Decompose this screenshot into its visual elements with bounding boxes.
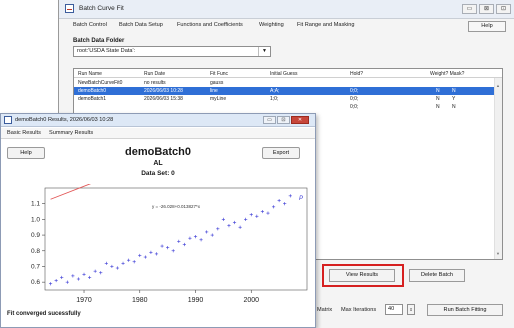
cell-initial-guess: A;A; (270, 88, 280, 94)
results-window: demoBatch0 Results, 2026/06/03 10:28 ▭ ⊡… (0, 113, 316, 328)
batch-data-folder-label: Batch Data Folder (73, 38, 125, 44)
main-tab-bar: Batch Control Batch Data Setup Functions… (59, 20, 514, 33)
cell-run-date: 2026/06/03 10:28 (144, 88, 183, 94)
cell-fit-func: myLine (210, 96, 227, 102)
tab-fit-range-and-masking[interactable]: Fit Range and Masking (297, 22, 355, 28)
batch-data-folder-select[interactable]: root:'USDA State Data': ▼ (73, 46, 271, 57)
main-window-title: Batch Curve Fit (79, 5, 124, 12)
cell-hold: 0;0; (350, 96, 359, 102)
results-tab-bar: Basic Results Summary Results (1, 128, 315, 139)
y-tick-label: 0.9 (31, 232, 40, 239)
cell-mask: Y (452, 96, 456, 102)
cell-fit-func: line (210, 88, 218, 94)
tab-weighting[interactable]: Weighting (259, 22, 284, 28)
tab-batch-data-setup[interactable]: Batch Data Setup (119, 22, 163, 28)
chevron-down-icon[interactable]: ▼ (258, 47, 270, 56)
results-window-icon (4, 116, 12, 124)
main-title-bar[interactable]: Batch Curve Fit ▭ ⊠ ⊡ (59, 0, 514, 19)
legend-marker: P (299, 196, 303, 202)
column-header-run-name[interactable]: Run Name (78, 71, 102, 77)
table-row[interactable]: demoBatch1 2026/06/03 15:38 myLine 1;0; … (74, 95, 494, 103)
y-tick-label: 0.8 (31, 248, 40, 255)
cell-weight: N (436, 88, 440, 94)
minimize-icon[interactable]: ▭ (263, 116, 276, 124)
max-iterations-input[interactable]: 40 (385, 304, 403, 315)
results-window-controls: ▭ ⊡ ✕ (263, 116, 309, 124)
cell-mask: N (452, 88, 456, 94)
fit-status-text: Fit converged sucessfully (7, 311, 81, 317)
tab-batch-control[interactable]: Batch Control (73, 22, 107, 28)
scroll-down-icon[interactable]: ▼ (496, 251, 500, 256)
y-tick-label: 1.0 (31, 216, 40, 223)
cell-run-name: demoBatch0 (78, 88, 107, 94)
y-axis: 0.6 0.7 0.8 0.9 1.0 1.1 (31, 201, 45, 286)
x-tick-label: 1990 (188, 297, 204, 304)
run-batch-fitting-button[interactable]: Run Batch Fitting (427, 304, 503, 316)
data-set-label: Data Set: 0 (141, 170, 175, 177)
app-icon (65, 4, 74, 13)
cell-initial-guess: 1;0; (270, 96, 279, 102)
tab-summary-results[interactable]: Summary Results (49, 130, 93, 136)
restore-icon[interactable]: ⊠ (479, 4, 494, 14)
view-results-button[interactable]: View Results (329, 269, 395, 282)
results-title-bar[interactable]: demoBatch0 Results, 2026/06/03 10:28 ▭ ⊡… (1, 114, 315, 127)
cell-run-name: demoBatch1 (78, 96, 107, 102)
cell-hold: 0;0; (350, 104, 359, 110)
x-axis: 1970 1980 1990 2000 (76, 290, 259, 304)
tab-functions-and-coefficients[interactable]: Functions and Coefficients (177, 22, 243, 28)
table-header: Run Name Run Date Fit Func Initial Guess… (74, 69, 502, 78)
tab-basic-results[interactable]: Basic Results (7, 130, 41, 136)
help-button[interactable]: Help (468, 21, 506, 32)
cell-run-name: NewBatchCurveFit0 (78, 80, 123, 86)
maximize-icon[interactable]: ⊡ (496, 4, 511, 14)
x-tick-label: 1970 (76, 297, 92, 304)
close-icon[interactable]: ✕ (291, 116, 309, 124)
y-tick-label: 0.6 (31, 279, 40, 286)
y-tick-label: 1.1 (31, 201, 40, 208)
max-iterations-stepper[interactable]: ⇕ (407, 304, 415, 315)
x-tick-label: 1980 (132, 297, 148, 304)
main-window-controls: ▭ ⊠ ⊡ (462, 4, 511, 14)
cell-weight: N (436, 104, 440, 110)
delete-batch-button[interactable]: Delete Batch (409, 269, 465, 282)
fit-equation-annotation: y = -26.028+0.013827*x (152, 204, 201, 209)
max-iterations-label: Max Iterations (341, 307, 377, 313)
y-tick-label: 0.7 (31, 263, 40, 270)
column-header-initial-guess[interactable]: Initial Guess (270, 71, 298, 77)
column-header-run-date[interactable]: Run Date (144, 71, 165, 77)
results-help-button[interactable]: Help (7, 147, 45, 159)
state-label: AL (153, 160, 163, 167)
column-header-fit-func[interactable]: Fit Func (210, 71, 228, 77)
fit-scatter-plot: 0.6 0.7 0.8 0.9 1.0 1.1 1970 1980 1990 2000 y = … (31, 184, 308, 304)
table-scrollbar[interactable]: ▲ ▼ (494, 78, 502, 259)
cell-fit-func: gauss (210, 80, 224, 86)
cell-run-date: no results (144, 80, 166, 86)
scroll-up-icon[interactable]: ▲ (496, 83, 500, 88)
x-tick-label: 2000 (243, 297, 259, 304)
cell-mask: N (452, 104, 456, 110)
table-row-selected[interactable]: demoBatch0 2026/06/03 10:28 line A;A; 0;… (74, 87, 494, 95)
cell-weight: N (436, 96, 440, 102)
cell-hold: 0;0; (350, 88, 359, 94)
table-row[interactable]: 0;0; N N (74, 103, 494, 111)
column-header-weight-mask[interactable]: Weight? Mask? (430, 71, 464, 77)
cell-run-date: 2026/06/03 15:38 (144, 96, 183, 102)
matrix-label: Matrix (317, 307, 333, 313)
table-row[interactable]: NewBatchCurveFit0 no results gauss (74, 79, 494, 87)
results-window-title: demoBatch0 Results, 2026/06/03 10:28 (15, 117, 114, 123)
minimize-icon[interactable]: ▭ (462, 4, 477, 14)
maximize-icon[interactable]: ⊡ (277, 116, 290, 124)
export-button[interactable]: Export (262, 147, 300, 159)
batch-data-folder-value: root:'USDA State Data': (77, 48, 136, 54)
column-header-hold[interactable]: Hold? (350, 71, 363, 77)
